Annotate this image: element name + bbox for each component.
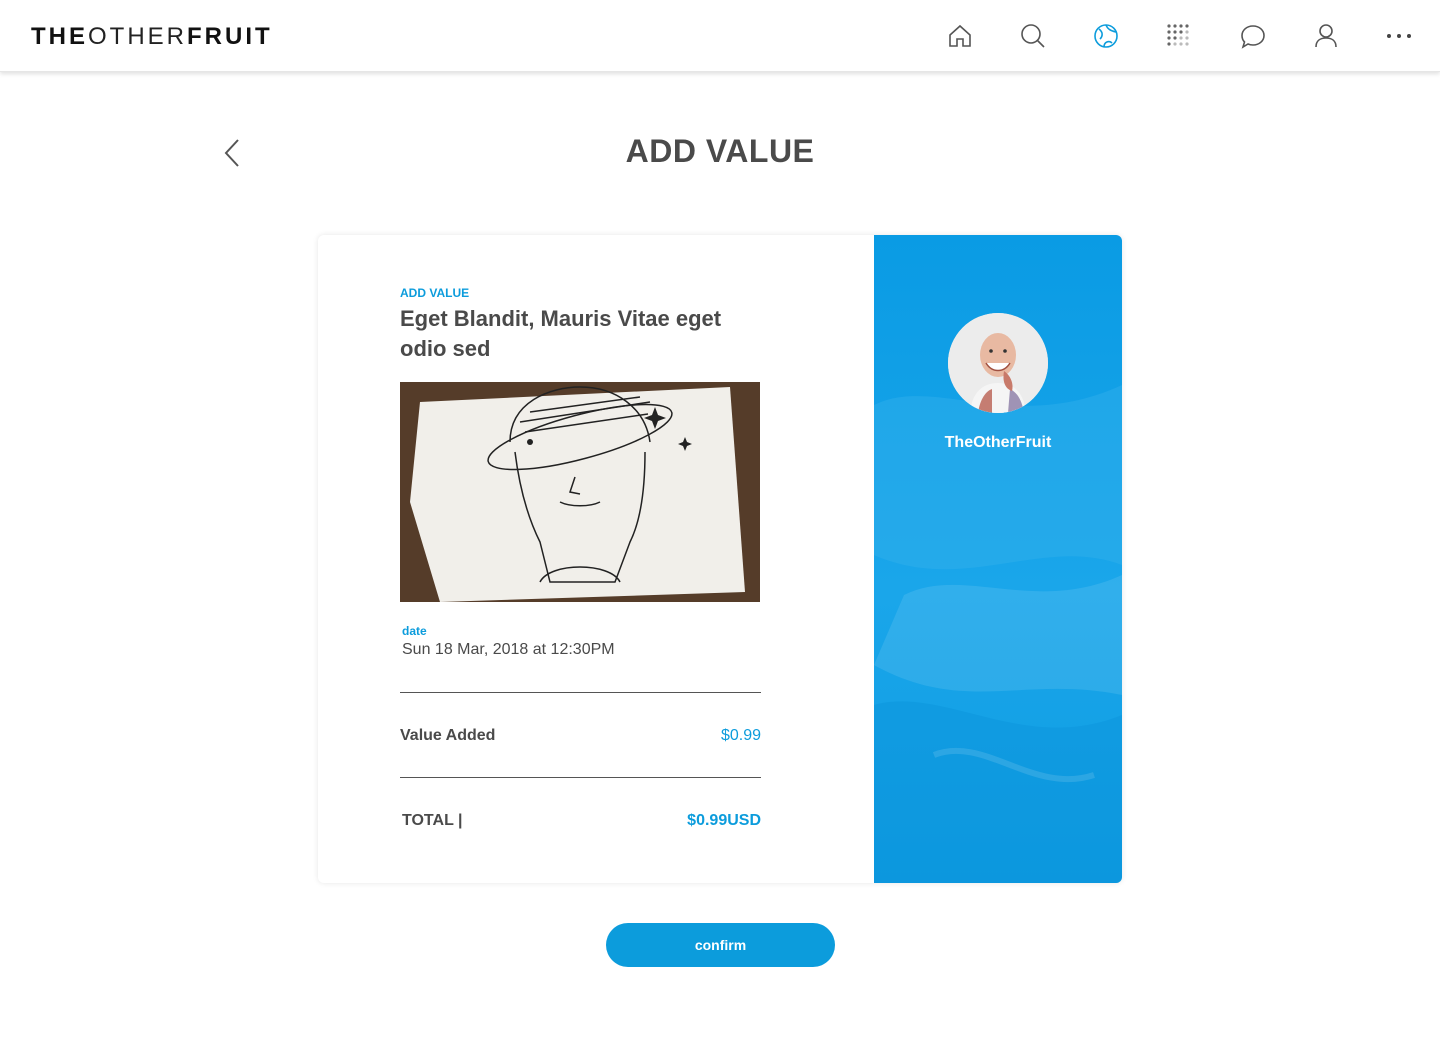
eyebrow-label: ADD VALUE: [400, 286, 470, 300]
add-value-card: ADD VALUE Eget Blandit, Mauris Vitae ege…: [318, 235, 1122, 883]
date-value: Sun 18 Mar, 2018 at 12:30PM: [402, 641, 615, 658]
page-title: ADD VALUE: [625, 133, 815, 169]
value-added-label: Value Added: [400, 727, 496, 744]
chat-icon[interactable]: [1239, 22, 1267, 50]
divider: [400, 692, 761, 693]
logo-part-other: OTHER: [88, 23, 187, 50]
logo[interactable]: THEOTHERFRUIT: [31, 23, 273, 51]
logo-part-the: THE: [31, 23, 88, 50]
home-icon[interactable]: [946, 22, 974, 50]
grid-dots-icon[interactable]: [1165, 22, 1193, 50]
top-navigation-bar: THEOTHERFRUIT: [0, 0, 1440, 72]
profile-username: TheOtherFruit: [944, 434, 1052, 451]
user-icon[interactable]: [1312, 22, 1340, 50]
profile-panel: TheOtherFruit: [874, 235, 1122, 883]
avatar[interactable]: [948, 313, 1048, 413]
logo-part-fruit: FRUIT: [187, 23, 273, 50]
total-label: TOTAL |: [402, 812, 463, 829]
value-added-amount: $0.99: [720, 727, 761, 744]
globe-icon[interactable]: [1092, 22, 1120, 50]
divider: [400, 777, 761, 778]
total-amount: $0.99USD: [687, 812, 761, 829]
search-icon[interactable]: [1019, 22, 1047, 50]
order-summary: ADD VALUE Eget Blandit, Mauris Vitae ege…: [318, 235, 874, 883]
item-image: [400, 382, 760, 602]
confirm-button[interactable]: confirm: [606, 923, 835, 967]
item-title: Eget Blandit, Mauris Vitae eget odio sed: [400, 306, 722, 361]
date-label: date: [402, 624, 427, 638]
more-icon[interactable]: [1385, 22, 1413, 50]
